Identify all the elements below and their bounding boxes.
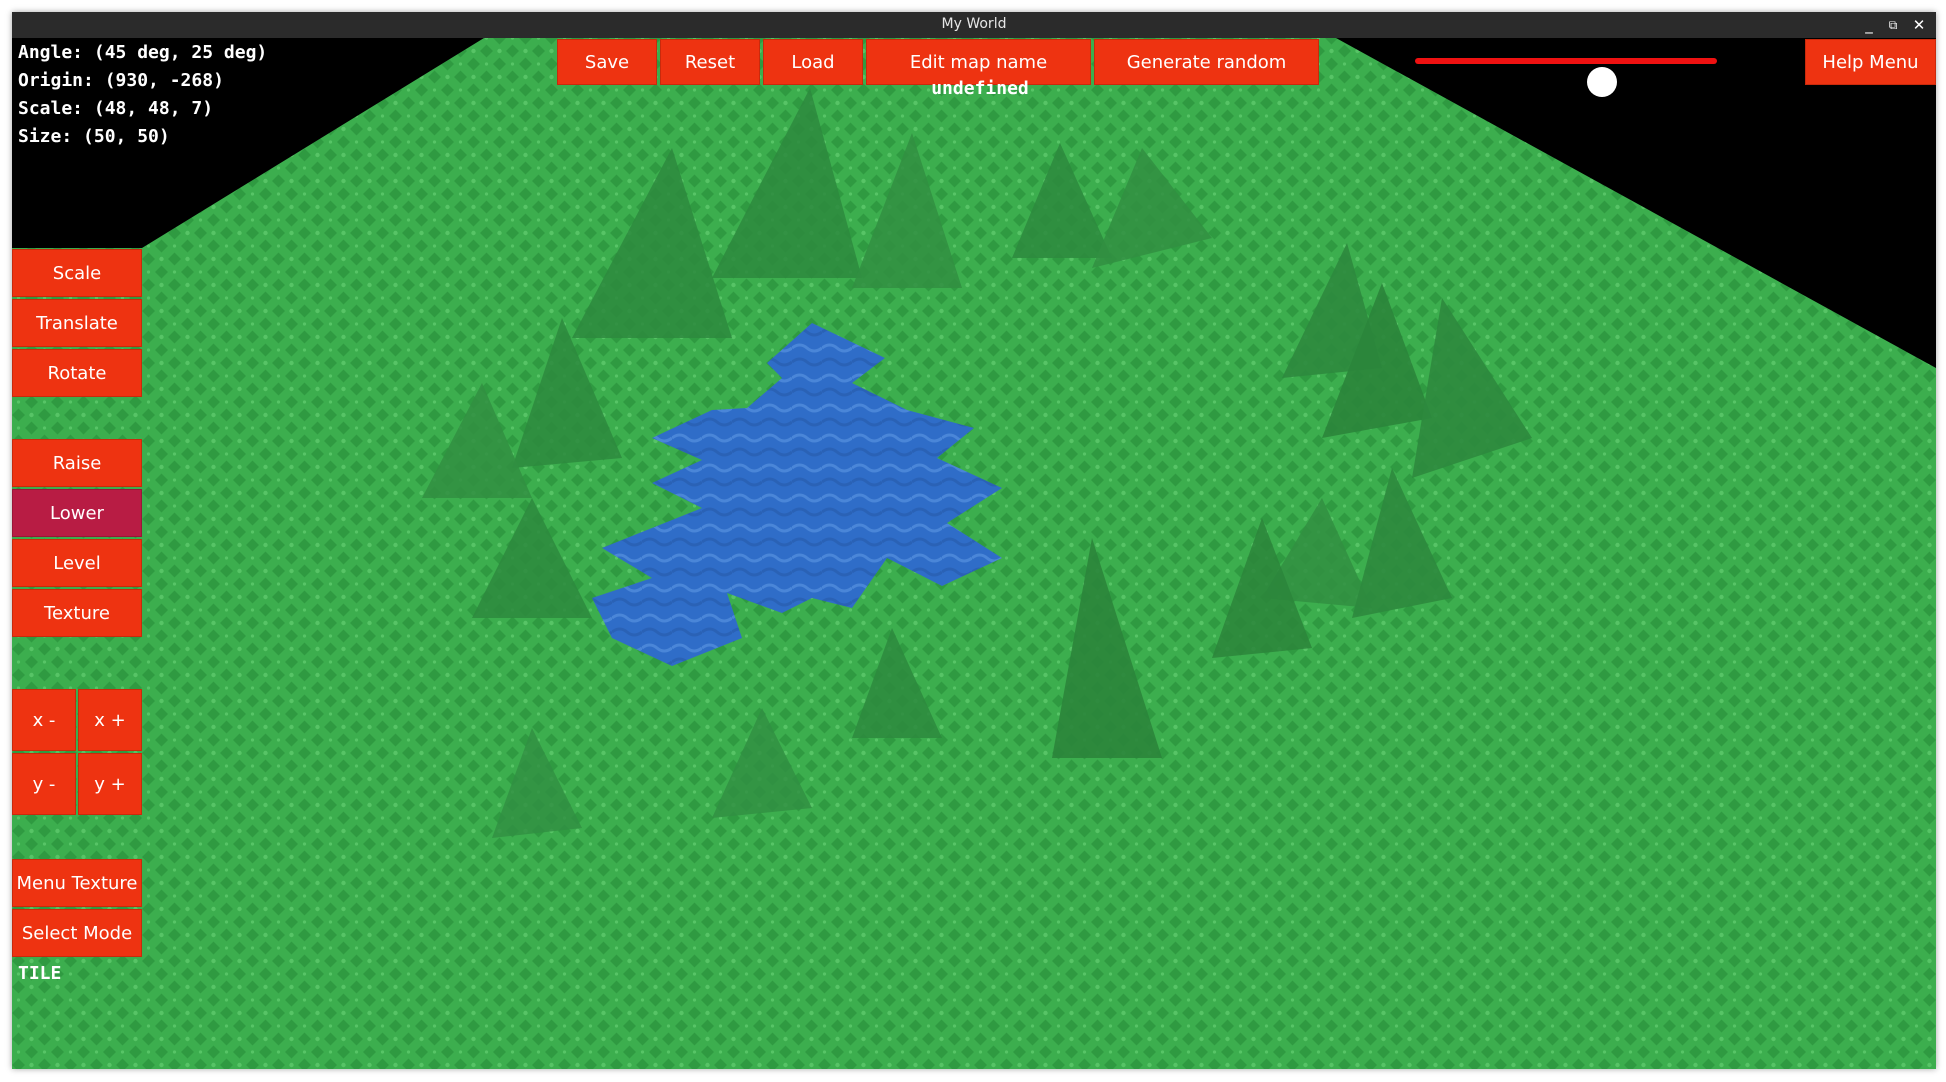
menu-texture-button[interactable]: Menu Texture — [12, 859, 142, 907]
select-mode-button[interactable]: Select Mode — [12, 909, 142, 957]
x-minus-button[interactable]: x - — [12, 689, 76, 751]
generate-random-button[interactable]: Generate random — [1094, 39, 1319, 85]
translate-button[interactable]: Translate — [12, 299, 142, 347]
y-minus-button[interactable]: y - — [12, 753, 76, 815]
map-name-label: undefined — [931, 78, 1029, 99]
minimize-icon[interactable]: _ — [1858, 14, 1880, 36]
world-viewport[interactable]: Angle: (45 deg, 25 deg) Origin: (930, -2… — [12, 38, 1936, 1069]
title-bar: My World _ ⧉ ✕ — [12, 12, 1936, 38]
origin-readout: Origin: (930, -268) — [18, 70, 224, 91]
app-window: My World _ ⧉ ✕ Angle: (45 deg, 25 deg) O… — [12, 12, 1936, 1069]
raise-button[interactable]: Raise — [12, 439, 142, 487]
save-button[interactable]: Save — [557, 39, 657, 85]
texture-button[interactable]: Texture — [12, 589, 142, 637]
scale-button[interactable]: Scale — [12, 249, 142, 297]
select-mode-value: TILE — [18, 963, 62, 984]
terrain-canvas[interactable] — [12, 38, 1936, 1069]
size-readout: Size: (50, 50) — [18, 126, 170, 147]
y-plus-button[interactable]: y + — [78, 753, 142, 815]
angle-readout: Angle: (45 deg, 25 deg) — [18, 42, 268, 63]
rotate-button[interactable]: Rotate — [12, 349, 142, 397]
level-button[interactable]: Level — [12, 539, 142, 587]
x-plus-button[interactable]: x + — [78, 689, 142, 751]
scale-readout: Scale: (48, 48, 7) — [18, 98, 214, 119]
help-menu-button[interactable]: Help Menu — [1805, 39, 1936, 85]
lower-button[interactable]: Lower — [12, 489, 142, 537]
load-button[interactable]: Load — [763, 39, 863, 85]
close-icon[interactable]: ✕ — [1908, 14, 1930, 36]
zoom-slider[interactable] — [1415, 58, 1717, 97]
maximize-icon[interactable]: ⧉ — [1882, 14, 1904, 36]
window-title: My World — [941, 16, 1007, 32]
reset-button[interactable]: Reset — [660, 39, 760, 85]
